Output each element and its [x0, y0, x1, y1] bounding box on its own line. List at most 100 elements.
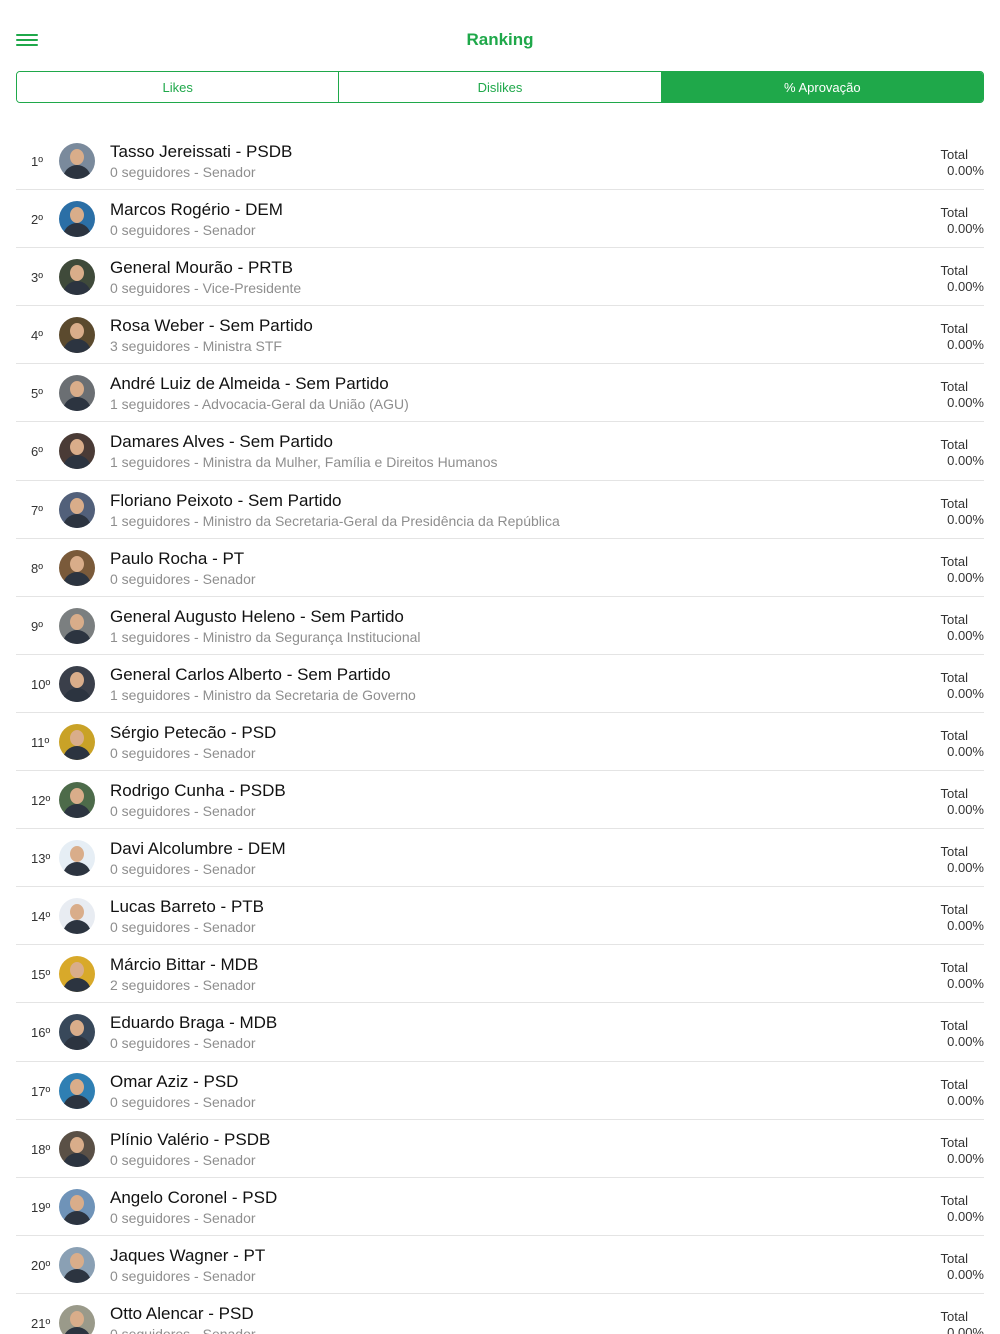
total-value: 0.00%	[947, 453, 984, 469]
ranking-row[interactable]: 9º General Augusto Heleno - Sem Partido 1 …	[0, 597, 1000, 655]
politician-name: Tasso Jereissati - PSDB	[110, 142, 293, 161]
total-label: Total	[940, 960, 968, 976]
politician-name: Márcio Bittar - MDB	[110, 955, 259, 975]
total-label: Total	[940, 844, 968, 860]
avatar	[59, 607, 95, 644]
total-value: 0.00%	[947, 976, 984, 992]
rank-position: 12º	[31, 793, 51, 809]
rank-position: 11º	[31, 734, 50, 750]
ranking-row[interactable]: 19º Angelo Coronel - PSD 0 seguidores - Se…	[0, 1178, 1000, 1236]
rank-position: 16º	[31, 1025, 51, 1041]
politician-subtitle: 1 seguidores - Ministro da Segurança Ins…	[110, 628, 421, 645]
total-value: 0.00%	[947, 163, 984, 178]
politician-subtitle: 0 seguidores - Senador	[110, 1151, 256, 1168]
rank-position: 15º	[31, 967, 51, 983]
ranking-row[interactable]: 16º Eduardo Braga - MDB 0 seguidores - Sen…	[0, 1003, 1000, 1062]
avatar	[59, 491, 95, 528]
ranking-row[interactable]: 14º Lucas Barreto - PTB 0 seguidores - Sen…	[0, 887, 1000, 946]
tab-likes[interactable]: Likes	[17, 72, 340, 102]
politician-subtitle: 0 seguidores - Senador	[110, 744, 256, 761]
total-label: Total	[940, 379, 968, 395]
ranking-row[interactable]: 1º Tasso Jereissati - PSDB 0 seguidores - …	[0, 132, 1000, 191]
total-label: Total	[940, 553, 968, 569]
tab-dislikes[interactable]: Dislikes	[339, 72, 662, 102]
politician-name: Paulo Rocha - PT	[110, 548, 245, 568]
avatar	[59, 201, 95, 238]
politician-name: General Mourão - PRTB	[110, 258, 293, 278]
avatar	[59, 782, 95, 819]
ranking-row[interactable]: 2º Marcos Rogério - DEM 0 seguidores - Sen…	[0, 190, 1000, 249]
ranking-row[interactable]: 18º Plínio Valério - PSDB 0 seguidores - S…	[0, 1120, 1000, 1178]
total-value: 0.00%	[947, 802, 984, 818]
politician-subtitle: 2 seguidores - Senador	[110, 977, 256, 994]
total-value: 0.00%	[947, 1208, 984, 1224]
page-title: Ranking	[466, 30, 534, 49]
avatar	[59, 433, 95, 470]
avatar	[59, 259, 95, 296]
ranking-row[interactable]: 11º Sérgio Petecão - PSD 0 seguidores - Se…	[0, 713, 1000, 772]
politician-name: General Carlos Alberto - Sem Partido	[110, 664, 391, 684]
politician-name: Rodrigo Cunha - PSDB	[110, 781, 286, 801]
ranking-row[interactable]: 13º Davi Alcolumbre - DEM 0 seguidores - S…	[0, 829, 1000, 888]
total-label: Total	[940, 786, 968, 802]
total-value: 0.00%	[947, 685, 984, 701]
rank-position: 10º	[31, 676, 51, 692]
total-label: Total	[940, 1076, 968, 1092]
total-value: 0.00%	[947, 1092, 984, 1108]
avatar	[59, 1304, 95, 1334]
avatar	[59, 549, 95, 586]
politician-name: Rosa Weber - Sem Partido	[110, 316, 313, 336]
politician-name: Davi Alcolumbre - DEM	[110, 839, 286, 859]
ranking-row[interactable]: 17º Omar Aziz - PSD 0 seguidores - Senador…	[0, 1062, 1000, 1120]
ranking-row[interactable]: 20º Jaques Wagner - PT 0 seguidores - Sena…	[0, 1236, 1000, 1294]
ranking-row[interactable]: 8º Paulo Rocha - PT 0 seguidores - Senador…	[0, 539, 1000, 597]
politician-name: Plínio Valério - PSDB	[110, 1129, 271, 1149]
total-value: 0.00%	[947, 569, 984, 585]
rank-position: 7º	[31, 502, 43, 518]
total-value: 0.00%	[947, 1324, 984, 1334]
ranking-row[interactable]: 4º Rosa Weber - Sem Partido 3 seguidores -…	[0, 306, 1000, 365]
total-label: Total	[940, 205, 968, 221]
ranking-row[interactable]: 7º Floriano Peixoto - Sem Partido 1 seguid…	[0, 481, 1000, 539]
total-value: 0.00%	[947, 1266, 984, 1282]
ranking-row[interactable]: 5º André Luiz de Almeida - Sem Partido 1 s…	[0, 364, 1000, 423]
politician-name: Jaques Wagner - PT	[110, 1245, 266, 1265]
ranking-row[interactable]: 6º Damares Alves - Sem Partido 1 seguidore…	[0, 422, 1000, 481]
total-value: 0.00%	[947, 1150, 984, 1166]
total-value: 0.00%	[947, 627, 984, 643]
ranking-row[interactable]: 10º General Carlos Alberto - Sem Partido 1…	[0, 655, 1000, 714]
politician-subtitle: 0 seguidores - Senador	[110, 1267, 256, 1284]
politician-name: Marcos Rogério - DEM	[110, 200, 283, 220]
politician-subtitle: 0 seguidores - Senador	[110, 1035, 256, 1052]
total-label: Total	[940, 437, 968, 453]
avatar	[59, 1130, 95, 1167]
total-value: 0.00%	[947, 1034, 984, 1050]
total-value: 0.00%	[947, 511, 984, 527]
rank-position: 21º	[31, 1315, 51, 1331]
avatar	[59, 317, 95, 354]
politician-subtitle: 1 seguidores - Advocacia-Geral da União …	[110, 396, 409, 413]
politician-subtitle: 3 seguidores - Ministra STF	[110, 338, 282, 355]
ranking-row[interactable]: 15º Márcio Bittar - MDB 2 seguidores - Sen…	[0, 945, 1000, 1004]
politician-subtitle: 0 seguidores - Senador	[110, 1325, 256, 1334]
politician-name: General Augusto Heleno - Sem Partido	[110, 606, 404, 626]
avatar	[59, 143, 95, 179]
total-label: Total	[940, 902, 968, 918]
avatar	[59, 1188, 95, 1225]
total-label: Total	[940, 321, 968, 337]
ranking-row[interactable]: 12º Rodrigo Cunha - PSDB 0 seguidores - Se…	[0, 771, 1000, 830]
ranking-row[interactable]: 3º General Mourão - PRTB 0 seguidores - Vi…	[0, 248, 1000, 307]
politician-subtitle: 0 seguidores - Senador	[110, 570, 256, 587]
avatar	[59, 1072, 95, 1109]
total-label: Total	[940, 147, 968, 162]
rank-position: 5º	[31, 386, 43, 402]
total-label: Total	[940, 1018, 968, 1034]
tab-aprovacao[interactable]: % Aprovação	[661, 72, 983, 102]
politician-subtitle: 0 seguidores - Senador	[110, 1093, 256, 1110]
ranking-row[interactable]: 21º Otto Alencar - PSD 0 seguidores - Sena…	[0, 1294, 1000, 1334]
rank-position: 3º	[31, 270, 43, 286]
politician-subtitle: 0 seguidores - Senador	[110, 164, 256, 180]
politician-subtitle: 1 seguidores - Ministra da Mulher, Famíl…	[110, 454, 498, 471]
avatar	[59, 1014, 95, 1051]
politician-subtitle: 0 seguidores - Senador	[110, 919, 256, 936]
